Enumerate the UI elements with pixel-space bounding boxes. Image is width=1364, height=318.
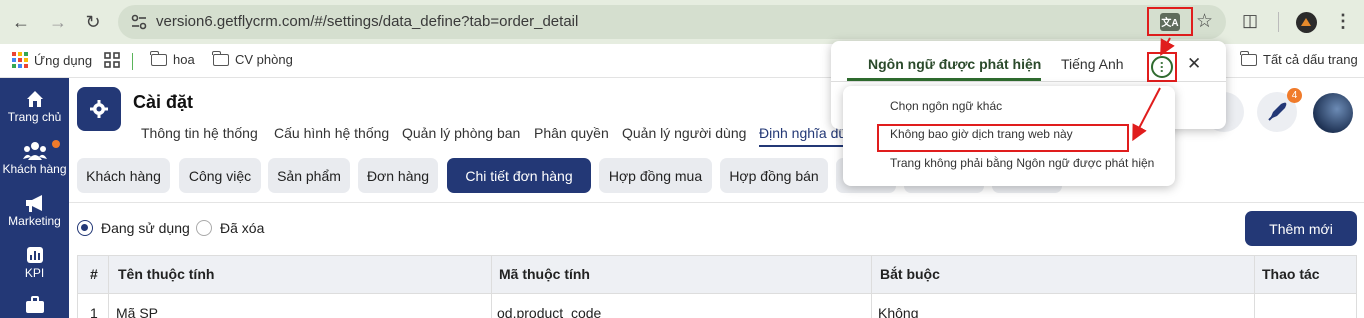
more-vert-icon: ⋯ [1151,56,1173,78]
subtab-orders[interactable]: Đơn hàng [358,158,438,193]
sidebar-item-kpi[interactable]: KPI [0,244,69,280]
subtab-products[interactable]: Sản phẩm [268,158,350,193]
menu-item-choose-language[interactable]: Chọn ngôn ngữ khác [890,99,1002,113]
column-header-required[interactable]: Bắt buộc [880,266,940,282]
sidebar-item-customers[interactable]: Khách hàng [0,140,69,176]
bookmark-label: hoa [173,52,195,67]
radio-in-use[interactable]: Đang sử dụng [77,220,190,236]
home-icon [25,88,45,110]
sidebar-item-home[interactable]: Trang chủ [0,88,69,124]
bookmark-star-icon[interactable]: ☆ [1196,10,1213,33]
cell-name: Mã SP [116,305,159,318]
page-title: Cài đặt [133,92,194,112]
subtab-purchase-contracts[interactable]: Hợp đồng mua [599,158,712,193]
forward-icon[interactable]: → [46,10,70,34]
tab-groups-icon[interactable] [104,52,120,68]
reload-icon[interactable]: ↻ [81,10,105,34]
users-icon [22,140,47,162]
column-header-code[interactable]: Mã thuộc tính [499,266,590,282]
address-bar[interactable]: version6.getflycrm.com/#/settings/data_d… [118,5,1226,39]
sidebar-item-work[interactable] [0,294,69,316]
divider [69,202,1364,203]
folder-icon [150,50,167,66]
menu-item-not-detected-language[interactable]: Trang không phải bằng Ngôn ngữ được phát… [890,156,1154,170]
sidebar-item-label: Khách hàng [2,162,67,176]
menu-item-never-translate-site[interactable]: Không bao giờ dịch trang web này [890,127,1073,141]
all-bookmarks-label: Tất cả dấu trang [1263,52,1358,67]
translate-button[interactable]: 文A [1147,7,1193,36]
notification-badge: 4 [1287,88,1302,103]
radio-checked-icon [77,220,93,236]
tab-permissions[interactable]: Phân quyền [534,125,609,141]
column-divider [1254,256,1255,318]
apps-bookmark[interactable]: Ứng dụng [12,52,92,68]
add-new-button[interactable]: Thêm mới [1245,211,1357,246]
subtab-customers[interactable]: Khách hàng [77,158,170,193]
radio-deleted[interactable]: Đã xóa [196,220,264,236]
cell-required: Không [878,305,919,318]
user-avatar[interactable] [1313,93,1353,133]
browser-menu-icon[interactable]: ⋮ [1334,11,1352,31]
radio-unchecked-icon [196,220,212,236]
bookmark-label: CV phòng [235,52,293,67]
subtab-order-detail[interactable]: Chi tiết đơn hàng [447,158,591,193]
gear-icon [90,100,108,118]
column-header-name[interactable]: Tên thuộc tính [118,266,214,282]
radio-label: Đã xóa [220,220,265,236]
apps-grid-icon [12,52,28,68]
settings-logo [77,87,121,131]
browser-toolbar: ← → ↻ version6.getflycrm.com/#/settings/… [0,0,1364,44]
megaphone-icon [24,192,46,214]
table-header [78,256,1356,294]
briefcase-icon [25,294,45,316]
url-text[interactable]: version6.getflycrm.com/#/settings/data_d… [156,13,578,30]
tab-system-info[interactable]: Thông tin hệ thống [141,125,258,141]
tab-english[interactable]: Tiếng Anh [1061,56,1124,72]
translate-options-button[interactable]: ⋯ [1147,52,1177,82]
cell-code: od.product_code [497,305,602,318]
back-icon[interactable]: ← [9,10,33,34]
all-bookmarks[interactable]: Tất cả dấu trang [1240,50,1358,67]
close-icon[interactable]: ✕ [1187,54,1201,74]
profile-avatar[interactable] [1296,12,1317,33]
chart-icon [26,244,44,266]
subtab-sales-contracts[interactable]: Hợp đồng bán [720,158,828,193]
cell-index: 1 [90,305,98,318]
bookmark-folder-cv-phong[interactable]: CV phòng [212,50,293,67]
tab-users[interactable]: Quản lý người dùng [622,125,746,141]
sidebar-item-label: KPI [24,266,45,280]
column-divider [491,256,492,318]
column-divider [871,256,872,318]
column-header-actions: Thao tác [1262,266,1320,282]
column-header-index: # [90,266,98,282]
sidebar: Trang chủ Khách hàng Marketing KPI [0,78,69,318]
sidebar-item-label: Marketing [8,214,61,228]
notification-dot [52,140,60,148]
attributes-table: # Tên thuộc tính Mã thuộc tính Bắt buộc … [77,255,1357,318]
bookmarks-divider [132,53,133,70]
toolbar-divider [1278,12,1279,32]
sidebar-item-marketing[interactable]: Marketing [0,192,69,228]
extensions-icon[interactable]: ◫ [1242,11,1258,31]
translate-options-menu: Chọn ngôn ngữ khác Không bao giờ dịch tr… [843,86,1175,186]
folder-icon [1240,50,1257,66]
tab-departments[interactable]: Quản lý phòng ban [402,125,520,141]
tab-system-config[interactable]: Cấu hình hệ thống [274,125,389,141]
bookmark-folder-hoa[interactable]: hoa [150,50,195,67]
folder-icon [212,50,229,66]
column-divider [108,256,109,318]
sidebar-item-label: Trang chủ [7,110,62,124]
apps-label: Ứng dụng [34,52,93,68]
site-settings-icon[interactable] [130,13,148,31]
radio-label: Đang sử dụng [101,220,190,236]
grid-icon [104,52,120,68]
tab-data-define[interactable]: Định nghĩa dữ [759,125,848,147]
translate-icon: 文A [1160,12,1180,31]
subtab-tasks[interactable]: Công việc [179,158,261,193]
tab-detected-language[interactable]: Ngôn ngữ được phát hiện [868,56,1041,72]
